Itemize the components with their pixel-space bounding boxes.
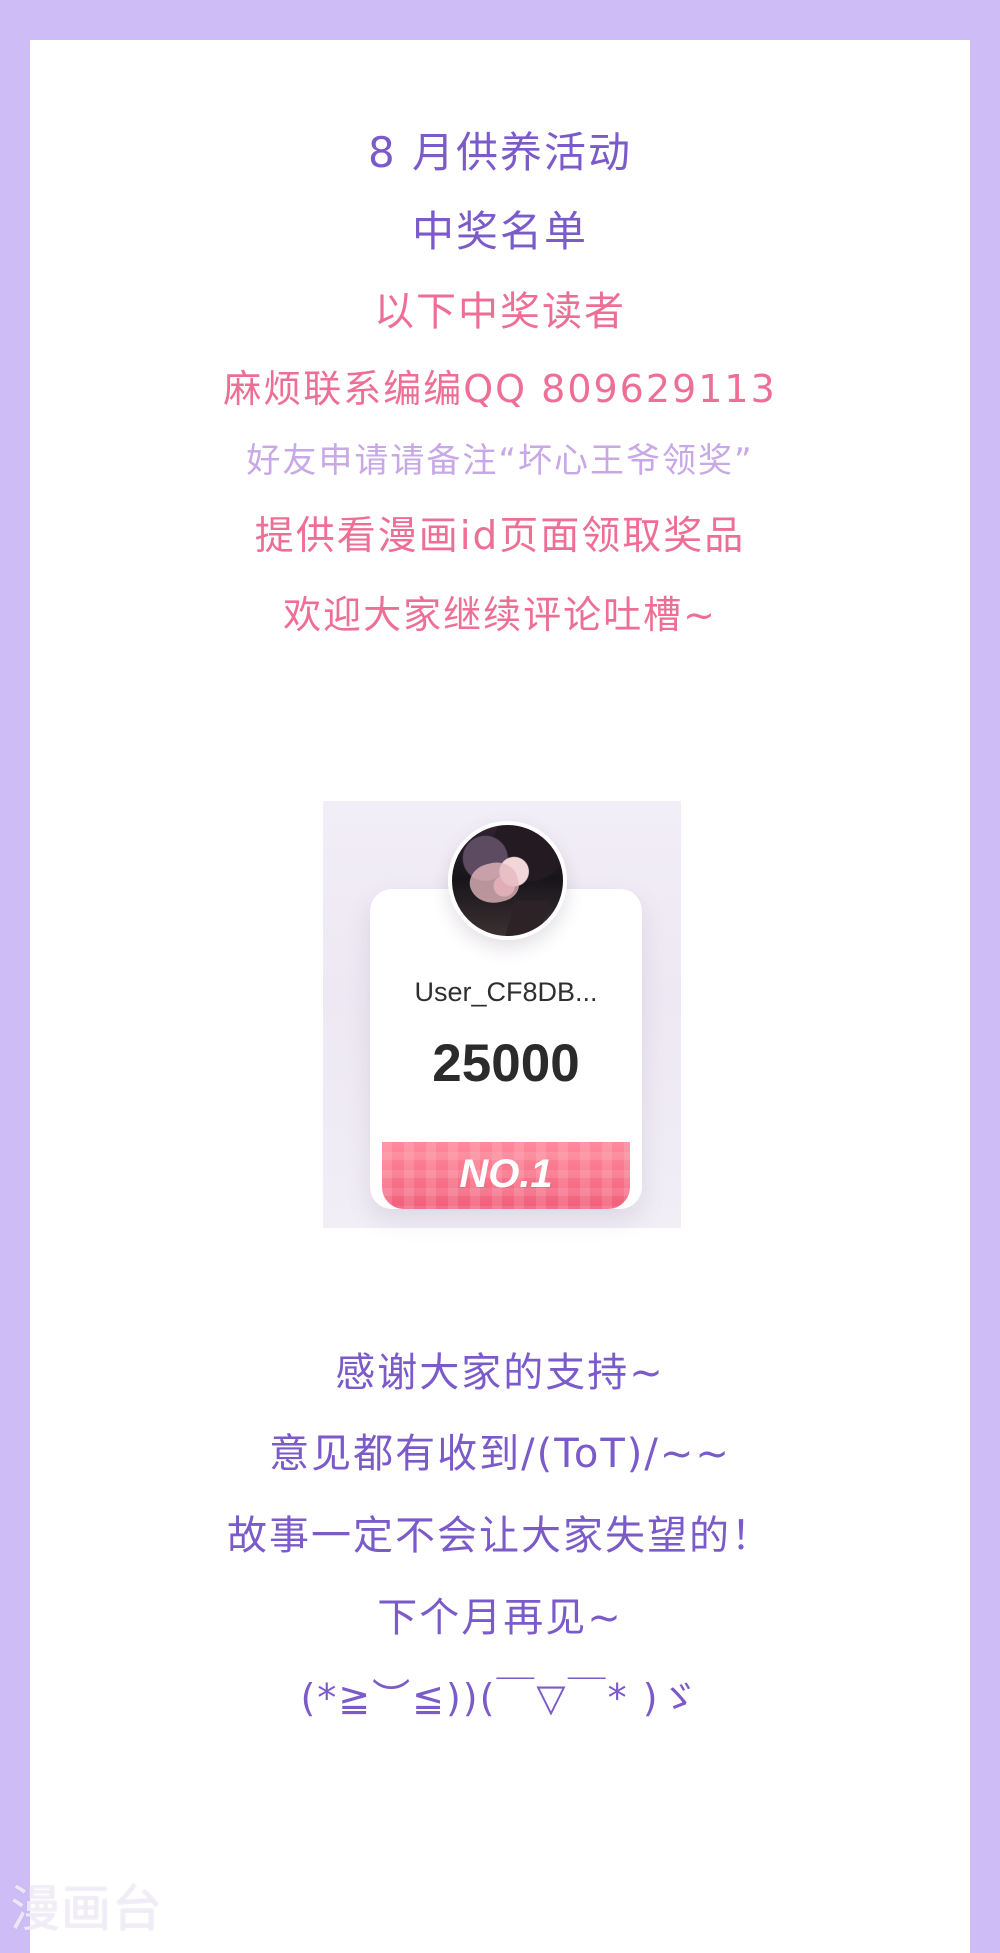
winner-card-area: User_CF8DB... 25000 NO.1: [323, 801, 681, 1228]
watermark-text: 漫画台: [10, 1880, 163, 1938]
feedback-received-text: 意见都有收到/(ToT)/~~: [269, 1431, 731, 1477]
winner-avatar: [448, 821, 567, 940]
winner-intro-text: 以下中奖读者: [374, 289, 626, 335]
prize-claim-text: 提供看漫画id页面领取奖品: [254, 514, 746, 559]
see-you-text: 下个月再见~: [377, 1595, 623, 1641]
comment-invite-text: 欢迎大家继续评论吐槽~: [283, 593, 717, 637]
thanks-text: 感谢大家的支持~: [335, 1350, 665, 1396]
qq-contact-text: 麻烦联系编编QQ 809629113: [223, 367, 777, 411]
emoticon-text: (*≧︶≦))(￣▽￣* )ゞ: [300, 1676, 700, 1720]
friend-request-note: 好友申请请备注“坏心王爷领奖”: [246, 441, 754, 481]
rank-band: NO.1: [382, 1142, 630, 1209]
rank-label: NO.1: [459, 1152, 553, 1196]
winner-score: 25000: [432, 1034, 580, 1093]
winner-username: User_CF8DB...: [414, 977, 598, 1007]
event-title: 8 月供养活动: [367, 128, 633, 177]
story-promise-text: 故事一定不会让大家失望的！: [227, 1513, 773, 1559]
winner-list-title: 中奖名单: [411, 207, 588, 256]
